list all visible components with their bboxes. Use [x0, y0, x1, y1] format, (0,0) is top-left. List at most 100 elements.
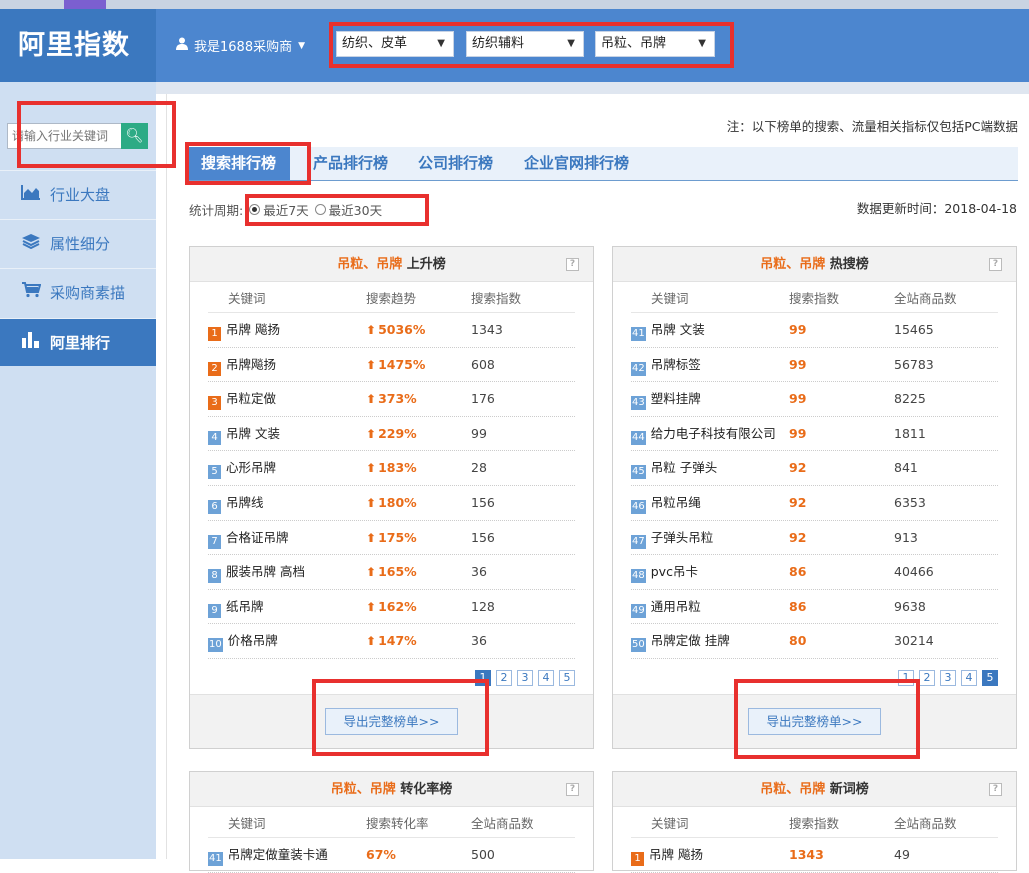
- page-button[interactable]: 1: [475, 670, 491, 686]
- sidebar-item-ali-ranking[interactable]: 阿里排行: [0, 318, 156, 366]
- page-button[interactable]: 5: [559, 670, 575, 686]
- help-icon[interactable]: ?: [989, 783, 1002, 796]
- page-button[interactable]: 5: [982, 670, 998, 686]
- radio-30-days[interactable]: [314, 204, 326, 215]
- column-header: 全站商品数: [894, 291, 957, 306]
- table-row: 8 服装吊牌 高档 ⬆︎ 165% 36: [208, 555, 575, 590]
- user-name: 我是1688采购商: [194, 40, 293, 55]
- metric-cell: ⬆︎ 180%: [366, 486, 417, 520]
- tab-company-ranking[interactable]: 公司排行榜: [418, 147, 493, 180]
- count-cell: 15465: [894, 322, 934, 337]
- metric-value: 1343: [789, 847, 824, 862]
- user-icon: [176, 37, 188, 54]
- metric-cell: 67%: [366, 838, 396, 872]
- industry-select-level3[interactable]: 吊粒、吊牌 ▼: [595, 31, 715, 57]
- keyword-cell[interactable]: 3 吊粒定做: [208, 382, 276, 416]
- search-button[interactable]: 🔍︎: [121, 123, 148, 149]
- keyword-cell[interactable]: 8 服装吊牌 高档: [208, 555, 305, 589]
- keyword-cell[interactable]: 41 吊牌 文装: [631, 313, 705, 347]
- count-cell: 36: [471, 633, 487, 649]
- sidebar-item-industry-overview[interactable]: 行业大盘: [0, 170, 156, 218]
- page-button[interactable]: 2: [919, 670, 935, 686]
- metric-value: 99: [789, 391, 807, 407]
- keyword-cell[interactable]: 4 吊牌 文装: [208, 417, 280, 451]
- tab-product-ranking[interactable]: 产品排行榜: [313, 147, 388, 180]
- keyword-cell[interactable]: 41 吊牌定做童装卡通: [208, 838, 328, 872]
- arrow-up-icon: ⬆︎: [366, 426, 377, 441]
- ranking-rows: 41 吊牌 文装 99 15465 42 吊牌标签 99 56783 43 塑料挂牌 99 8225 4…: [613, 313, 1016, 659]
- keyword-cell[interactable]: 1 吊牌 飚扬: [631, 838, 703, 872]
- sidebar-item-label: 属性细分: [50, 235, 111, 253]
- radio-7-days[interactable]: [249, 204, 261, 215]
- export-full-list-button[interactable]: 导出完整榜单>>: [325, 708, 458, 735]
- metric-cell: 99: [789, 417, 806, 451]
- page-button[interactable]: 4: [961, 670, 977, 686]
- keyword-cell[interactable]: 5 心形吊牌: [208, 451, 276, 485]
- top-strip: [0, 0, 1029, 9]
- page-button[interactable]: 4: [538, 670, 554, 686]
- panel-title: 上升榜: [406, 257, 446, 272]
- page-button[interactable]: 3: [940, 670, 956, 686]
- sidebar-item-buyer-profile[interactable]: 采购商素描: [0, 268, 156, 316]
- page-button[interactable]: 3: [517, 670, 533, 686]
- user-menu[interactable]: 我是1688采购商 ▼: [176, 36, 305, 55]
- table-row: 1 吊牌 飚扬 1343 49: [631, 838, 998, 873]
- table-row: 48 pvc吊卡 86 40466: [631, 555, 998, 590]
- column-header: 搜索转化率: [366, 816, 429, 831]
- select-value: 吊粒、吊牌: [601, 36, 667, 51]
- metric-cell: 92: [789, 451, 806, 485]
- keyword-cell[interactable]: 50 吊牌定做 挂牌: [631, 624, 730, 658]
- count-cell: 49: [894, 847, 910, 862]
- metric-cell: ⬆︎ 183%: [366, 451, 417, 485]
- keyword-cell[interactable]: 10 价格吊牌: [208, 624, 278, 658]
- industry-search: 🔍︎: [7, 123, 148, 149]
- table-row: 3 吊粒定做 ⬆︎ 373% 176: [208, 382, 575, 417]
- rank-badge: 41: [631, 327, 646, 341]
- panel-title: 转化率榜: [400, 782, 453, 797]
- rank-badge: 9: [208, 603, 221, 618]
- metric-cell: 92: [789, 486, 806, 520]
- count-cell: 176: [471, 391, 495, 407]
- keyword-text: pvc吊卡: [650, 564, 698, 580]
- rank-badge: 50: [631, 638, 646, 653]
- tab-website-ranking[interactable]: 企业官网排行榜: [524, 147, 629, 180]
- keyword-cell[interactable]: 9 纸吊牌: [208, 590, 264, 624]
- keyword-cell[interactable]: 45 吊粒 子弹头: [631, 451, 717, 485]
- export-full-list-button[interactable]: 导出完整榜单>>: [748, 708, 881, 735]
- arrow-up-icon: ⬆︎: [366, 392, 377, 407]
- metric-cell: ⬆︎ 373%: [366, 382, 417, 416]
- keyword-cell[interactable]: 6 吊牌线: [208, 486, 264, 520]
- industry-search-input[interactable]: [8, 124, 120, 148]
- brand-logo[interactable]: 阿里指数: [0, 9, 156, 82]
- help-icon[interactable]: ?: [566, 783, 579, 796]
- sidebar-item-label: 阿里排行: [50, 334, 111, 352]
- page-button[interactable]: 1: [898, 670, 914, 686]
- keyword-cell[interactable]: 1 吊牌 飚扬: [208, 313, 280, 347]
- keyword-cell[interactable]: 44 给力电子科技有限公司: [631, 417, 776, 451]
- help-icon[interactable]: ?: [566, 258, 579, 271]
- keyword-cell[interactable]: 2 吊牌飚扬: [208, 348, 276, 382]
- keyword-cell[interactable]: 42 吊牌标签: [631, 348, 701, 382]
- keyword-cell[interactable]: 47 子弹头吊粒: [631, 521, 713, 555]
- column-header: 搜索指数: [789, 816, 840, 831]
- keyword-text: 吊牌飚扬: [226, 356, 277, 372]
- help-icon[interactable]: ?: [989, 258, 1002, 271]
- industry-select-level1[interactable]: 纺织、皮革 ▼: [336, 31, 454, 57]
- ranking-rows: 41 吊牌定做童装卡通 67% 500: [190, 838, 593, 873]
- keyword-cell[interactable]: 48 pvc吊卡: [631, 555, 698, 589]
- page-button[interactable]: 2: [496, 670, 512, 686]
- industry-select-level2[interactable]: 纺织辅料 ▼: [466, 31, 584, 57]
- table-row: 46 吊粒吊绳 92 6353: [631, 486, 998, 521]
- rank-badge: 4: [208, 430, 221, 445]
- rank-badge: 5: [208, 465, 221, 480]
- keyword-cell[interactable]: 7 合格证吊牌: [208, 521, 289, 555]
- table-row: 47 子弹头吊粒 92 913: [631, 521, 998, 556]
- table-header: 关键词 搜索趋势 搜索指数: [208, 282, 575, 313]
- keyword-text: 塑料挂牌: [650, 391, 701, 407]
- metric-value: 99: [789, 425, 807, 441]
- sidebar-item-attribute-breakdown[interactable]: 属性细分: [0, 219, 156, 267]
- keyword-cell[interactable]: 46 吊粒吊绳: [631, 486, 701, 520]
- keyword-cell[interactable]: 49 通用吊粒: [631, 590, 701, 624]
- keyword-cell[interactable]: 43 塑料挂牌: [631, 382, 701, 416]
- tab-search-ranking[interactable]: 搜索排行榜: [187, 147, 291, 180]
